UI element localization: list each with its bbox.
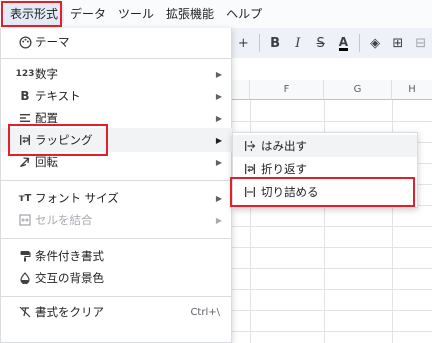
wrap-icon — [17, 132, 33, 148]
menu-item-font-size[interactable]: тT フォント サイズ ▶ — [1, 186, 232, 210]
text-color-icon: A — [338, 34, 349, 51]
menu-tools[interactable]: ツール — [112, 3, 160, 25]
toolbar-divider — [258, 34, 260, 52]
toolbar-divider — [358, 34, 360, 52]
palette-icon — [17, 34, 33, 50]
menu-item-text[interactable]: B テキスト ▶ — [1, 84, 232, 108]
menu-item-label: 配置 — [35, 111, 58, 125]
submenu-arrow-icon: ▶ — [215, 215, 222, 225]
wrapping-submenu: はみ出す 折り返す 切り詰める — [232, 132, 418, 208]
column-header-g[interactable]: G — [324, 80, 392, 100]
clear-format-icon — [17, 304, 33, 320]
font-size-icon: тT — [18, 192, 32, 204]
rotation-icon — [17, 154, 33, 170]
menu-item-theme[interactable]: テーマ — [1, 30, 232, 54]
menu-item-alignment[interactable]: 配置 ▶ — [1, 106, 232, 130]
shortcut-label: Ctrl+\ — [190, 306, 220, 318]
column-header[interactable] — [232, 80, 250, 100]
menu-item-number[interactable]: 123 数字 ▶ — [1, 62, 232, 86]
merge-icon: ⊟ — [415, 35, 427, 51]
menu-divider — [1, 58, 232, 59]
submenu-item-label: はみ出す — [261, 139, 307, 153]
fill-color-button[interactable]: ◈ — [364, 31, 387, 55]
menu-item-label: フォント サイズ — [35, 191, 119, 205]
align-left-icon — [17, 110, 33, 126]
bold-button[interactable]: B — [264, 31, 287, 55]
menu-divider — [1, 180, 232, 181]
submenu-arrow-icon: ▶ — [215, 91, 222, 101]
submenu-arrow-icon: ▶ — [215, 157, 222, 167]
grid-line — [232, 268, 432, 269]
menu-data[interactable]: データ — [64, 3, 112, 25]
submenu-item-label: 折り返す — [261, 162, 307, 176]
borders-icon: ⊞ — [392, 35, 404, 51]
strikethrough-button[interactable]: S — [309, 31, 332, 55]
grid-line — [232, 247, 432, 248]
clip-icon — [243, 185, 257, 199]
menu-extensions[interactable]: 拡張機能 — [160, 3, 220, 25]
menubar: 表示形式 データ ツール 拡張機能 ヘルプ — [0, 0, 432, 28]
italic-button[interactable]: I — [286, 31, 309, 55]
grid-line — [232, 289, 432, 290]
submenu-item-label: 切り詰める — [261, 185, 319, 199]
menu-item-clear-formatting[interactable]: 書式をクリア Ctrl+\ — [1, 300, 232, 324]
submenu-arrow-icon: ▶ — [215, 135, 222, 145]
paint-roller-icon — [17, 248, 33, 264]
menu-item-wrapping[interactable]: ラッピング ▶ — [1, 128, 232, 152]
menu-item-alternating-colors[interactable]: 交互の背景色 — [1, 266, 232, 290]
menu-help[interactable]: ヘルプ — [220, 3, 268, 25]
toolbar: + B I S A ◈ ⊞ ⊟ — [232, 28, 432, 58]
grid-line — [232, 121, 432, 122]
merge-cells-button[interactable]: ⊟ — [409, 31, 432, 55]
text-color-button[interactable]: A — [332, 31, 355, 55]
menu-item-conditional-formatting[interactable]: 条件付き書式 — [1, 244, 232, 268]
menu-item-label: 数字 — [35, 67, 58, 81]
overflow-icon — [243, 139, 257, 153]
menu-divider — [1, 296, 232, 297]
grid-line — [232, 331, 432, 332]
wrap-icon — [243, 162, 257, 176]
column-header-f[interactable]: F — [250, 80, 324, 100]
format-menu: テーマ 123 数字 ▶ B テキスト ▶ 配置 ▶ ラッピング ▶ 回転 ▶ … — [0, 28, 232, 343]
submenu-arrow-icon: ▶ — [215, 193, 222, 203]
menu-item-label: 交互の背景色 — [35, 271, 104, 285]
spreadsheet-grid[interactable] — [232, 80, 432, 343]
grid-line — [232, 226, 432, 227]
menu-item-label: 条件付き書式 — [35, 249, 104, 263]
submenu-arrow-icon: ▶ — [215, 113, 222, 123]
menu-item-label: セルを結合 — [35, 213, 93, 227]
submenu-arrow-icon: ▶ — [215, 69, 222, 79]
menu-item-label: テキスト — [35, 89, 81, 103]
bold-icon: B — [20, 89, 30, 103]
menu-item-rotation[interactable]: 回転 ▶ — [1, 150, 232, 174]
menu-divider — [1, 238, 232, 239]
menu-format[interactable]: 表示形式 — [4, 3, 65, 25]
menu-item-label: 回転 — [35, 155, 58, 169]
menu-item-label: 書式をクリア — [35, 305, 104, 319]
fill-drop-icon — [17, 270, 33, 286]
font-size-increase-button[interactable]: + — [232, 31, 255, 55]
number-format-icon: 123 — [15, 69, 35, 79]
fill-color-icon: ◈ — [370, 35, 381, 51]
submenu-item-overflow[interactable]: はみ出す — [233, 135, 417, 157]
column-header-h[interactable]: H — [392, 80, 432, 100]
menu-item-label: テーマ — [35, 35, 70, 49]
submenu-item-wrap[interactable]: 折り返す — [233, 158, 417, 180]
merge-icon — [17, 212, 33, 228]
menu-item-merge-cells[interactable]: セルを結合 ▶ — [1, 208, 232, 232]
grid-line — [232, 310, 432, 311]
borders-button[interactable]: ⊞ — [387, 31, 410, 55]
menu-item-label: ラッピング — [35, 133, 93, 147]
submenu-item-clip[interactable]: 切り詰める — [233, 181, 417, 203]
